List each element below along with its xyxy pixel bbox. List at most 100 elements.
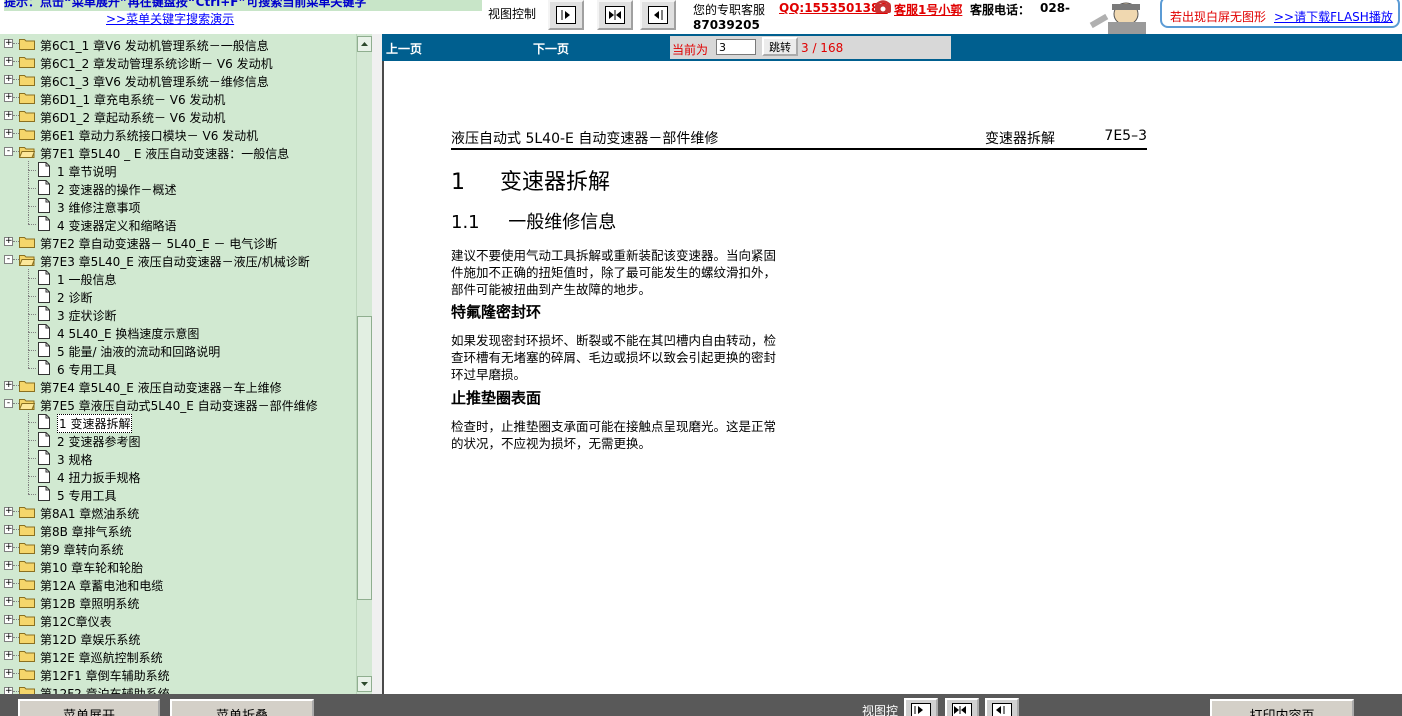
tree-folder[interactable]: + 第9 章转向系统 <box>0 539 356 557</box>
expand-toggle-icon[interactable]: + <box>4 579 13 588</box>
tree-document[interactable]: 2 变速器的操作－概述 <box>0 179 356 197</box>
tree-document-label: 1 一般信息 <box>57 273 117 287</box>
tree-folder[interactable]: + 第8A1 章燃油系统 <box>0 503 356 521</box>
bottom-view-left-button[interactable] <box>985 698 1019 716</box>
tree-document[interactable]: 6 专用工具 <box>0 359 356 377</box>
tree-document-label: 3 维修注意事项 <box>57 201 141 215</box>
tree-folder[interactable]: + 第8B 章排气系统 <box>0 521 356 539</box>
doc-subheading-seal-ring: 特氟隆密封环 <box>451 303 542 321</box>
tree-document[interactable]: 4 变速器定义和缩略语 <box>0 215 356 233</box>
tree-folder[interactable]: + 第12D 章娱乐系统 <box>0 629 356 647</box>
cs-name-link[interactable]: 客服1号小郭 <box>894 1 962 18</box>
folder-icon <box>19 633 35 644</box>
prev-page-button[interactable]: 上一页 <box>386 40 422 57</box>
expand-toggle-icon[interactable]: + <box>4 687 13 694</box>
tree-document[interactable]: 2 变速器参考图 <box>0 431 356 449</box>
expand-toggle-icon[interactable]: + <box>4 507 13 516</box>
expand-toggle-icon[interactable]: + <box>4 381 13 390</box>
tree-document-label: 1 章节说明 <box>57 165 117 179</box>
tree-document[interactable]: 1 变速器拆解 <box>0 413 356 433</box>
tree-folder[interactable]: - 第7E1 章5L40 _ E 液压自动变速器：一般信息 <box>0 143 356 161</box>
expand-toggle-icon[interactable]: + <box>4 633 13 642</box>
tree-document[interactable]: 1 一般信息 <box>0 269 356 287</box>
tree-folder[interactable]: - 第7E3 章5L40_E 液压自动变速器－液压/机械诊断 <box>0 251 356 269</box>
expand-toggle-icon[interactable]: + <box>4 129 13 138</box>
splitter[interactable] <box>372 34 382 694</box>
cs-prefix: 您的专职客服 <box>693 3 766 17</box>
folder-icon <box>19 615 35 626</box>
folder-icon <box>19 93 35 104</box>
expand-toggle-icon[interactable]: + <box>4 615 13 624</box>
qq-link[interactable]: QQ:1553501388 <box>779 1 888 15</box>
scroll-up-button[interactable] <box>357 36 372 52</box>
expand-toggle-icon[interactable]: + <box>4 561 13 570</box>
folder-icon <box>19 75 35 86</box>
tree-document[interactable]: 1 章节说明 <box>0 161 356 179</box>
tree-scrollbar[interactable] <box>356 34 372 694</box>
expand-toggle-icon[interactable]: + <box>4 597 13 606</box>
tree-folder[interactable]: + 第12B 章照明系统 <box>0 593 356 611</box>
tree-document[interactable]: 3 维修注意事项 <box>0 197 356 215</box>
bottom-view-split-button[interactable] <box>945 698 979 716</box>
folder-icon <box>19 579 35 590</box>
print-page-button[interactable]: 打印内容页 <box>1210 699 1354 716</box>
folder-icon <box>19 561 35 572</box>
expand-toggle-icon[interactable]: + <box>4 75 13 84</box>
view-split-button[interactable] <box>597 0 633 30</box>
tree-folder-label: 第6C1_2 章发动管理系统诊断－ V6 发动机 <box>40 57 273 71</box>
tree-folder[interactable]: + 第6D1_1 章充电系统－ V6 发动机 <box>0 89 356 107</box>
page-number-input[interactable] <box>716 39 756 55</box>
tree-folder[interactable]: + 第6D1_2 章起动系统－ V6 发动机 <box>0 107 356 125</box>
expand-toggle-icon[interactable]: + <box>4 525 13 534</box>
expand-toggle-icon[interactable]: + <box>4 543 13 552</box>
document-icon <box>38 486 50 501</box>
tree-document[interactable]: 3 症状诊断 <box>0 305 356 323</box>
cs-tel-number-2: 87039205 <box>693 18 760 32</box>
tree-folder-label: 第12F1 章倒车辅助系统 <box>40 669 170 683</box>
bottom-view-right-button[interactable] <box>904 698 938 716</box>
expand-toggle-icon[interactable]: + <box>4 39 13 48</box>
document-icon <box>38 468 50 483</box>
collapse-toggle-icon[interactable]: - <box>4 255 13 264</box>
tree-folder[interactable]: + 第12F2 章泊车辅助系统 <box>0 683 356 694</box>
tree-folder[interactable]: + 第12A 章蓄电池和电缆 <box>0 575 356 593</box>
bottom-bar: 菜单展开 菜单折叠 视图控 打印内容页 <box>0 694 1402 716</box>
collapse-toggle-icon[interactable]: - <box>4 399 13 408</box>
tree-document[interactable]: 4 扭力扳手规格 <box>0 467 356 485</box>
expand-toggle-icon[interactable]: + <box>4 237 13 246</box>
collapse-menu-button[interactable]: 菜单折叠 <box>170 699 314 716</box>
view-right-button[interactable] <box>548 0 584 30</box>
tree-folder[interactable]: + 第12F1 章倒车辅助系统 <box>0 665 356 683</box>
tree-document[interactable]: 2 诊断 <box>0 287 356 305</box>
tree-folder[interactable]: + 第7E2 章自动变速器－ 5L40_E － 电气诊断 <box>0 233 356 251</box>
next-page-button[interactable]: 下一页 <box>533 40 569 57</box>
scroll-thumb[interactable] <box>357 316 372 600</box>
scroll-down-button[interactable] <box>357 676 372 692</box>
expand-toggle-icon[interactable]: + <box>4 669 13 678</box>
tree-folder[interactable]: + 第6C1_2 章发动管理系统诊断－ V6 发动机 <box>0 53 356 71</box>
expand-menu-button[interactable]: 菜单展开 <box>18 699 160 716</box>
expand-toggle-icon[interactable]: + <box>4 111 13 120</box>
tree-folder[interactable]: - 第7E5 章液压自动式5L40_E 自动变速器－部件维修 <box>0 395 356 413</box>
jump-button[interactable]: 跳转 <box>762 37 798 56</box>
tree-folder[interactable]: + 第6C1_3 章V6 发动机管理系统－维修信息 <box>0 71 356 89</box>
tree-document[interactable]: 5 能量/ 油液的流动和回路说明 <box>0 341 356 359</box>
expand-toggle-icon[interactable]: + <box>4 57 13 66</box>
flash-download-link[interactable]: >>请下载FLASH播放 <box>1274 8 1393 25</box>
search-demo-link[interactable]: >>菜单关键字搜索演示 <box>106 10 234 27</box>
tree-document[interactable]: 5 专用工具 <box>0 485 356 503</box>
tree-folder[interactable]: + 第7E4 章5L40_E 液压自动变速器－车上维修 <box>0 377 356 395</box>
tree-folder[interactable]: + 第12E 章巡航控制系统 <box>0 647 356 665</box>
tree-document[interactable]: 3 规格 <box>0 449 356 467</box>
tree-folder[interactable]: + 第12C章仪表 <box>0 611 356 629</box>
tree-document-label: 4 5L40_E 换档速度示意图 <box>57 327 200 341</box>
tree-folder[interactable]: + 第6E1 章动力系统接口模块－ V6 发动机 <box>0 125 356 143</box>
expand-toggle-icon[interactable]: + <box>4 93 13 102</box>
expand-toggle-icon[interactable]: + <box>4 651 13 660</box>
tree-document[interactable]: 4 5L40_E 换档速度示意图 <box>0 323 356 341</box>
tree-folder[interactable]: + 第6C1_1 章V6 发动机管理系统－一般信息 <box>0 35 356 53</box>
folder-icon <box>19 597 35 608</box>
collapse-toggle-icon[interactable]: - <box>4 147 13 156</box>
tree-folder[interactable]: + 第10 章车轮和轮胎 <box>0 557 356 575</box>
view-left-button[interactable] <box>640 0 676 30</box>
